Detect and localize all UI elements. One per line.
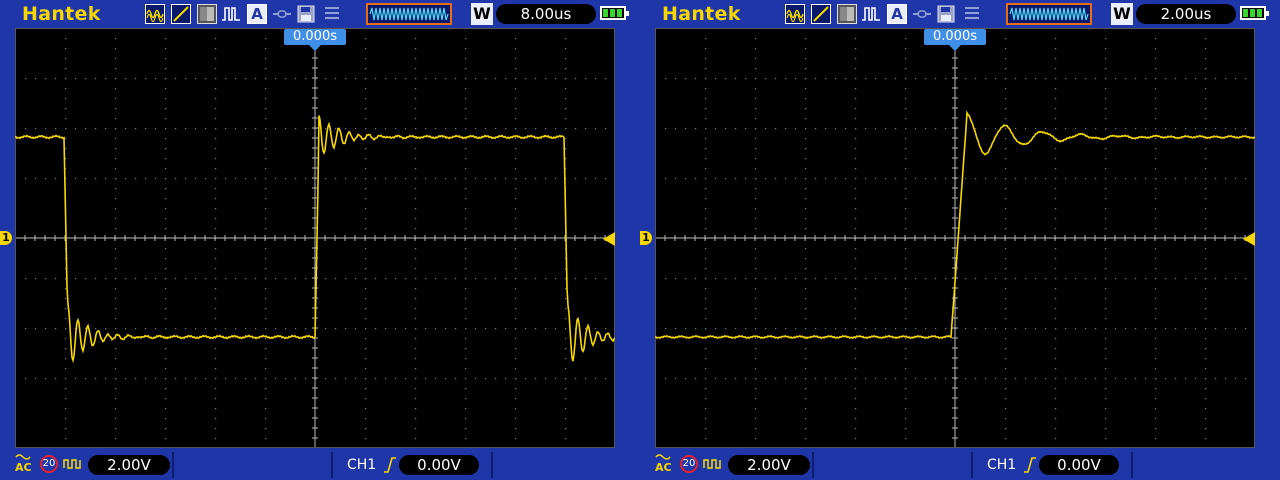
battery-icon (1240, 6, 1269, 20)
rising-edge-icon[interactable] (1023, 456, 1037, 474)
coupling-indicator[interactable]: AC (655, 453, 672, 474)
coupling-indicator[interactable]: AC (15, 453, 32, 474)
top-toolbar: Hantek A W 8.00us (0, 0, 640, 28)
volts-per-div-readout[interactable]: 2.00V (88, 455, 170, 475)
volts-per-div-readout[interactable]: 2.00V (728, 455, 810, 475)
scope-left: Hantek A W 8.00us 0.000s 1 AC 20 2.00V C… (0, 0, 640, 480)
w-icon[interactable]: W (1111, 3, 1133, 25)
auto-icon[interactable]: A (887, 4, 907, 24)
trace-preview-icon[interactable] (366, 3, 452, 25)
trigger-level-readout[interactable]: 0.00V (399, 455, 479, 475)
status-divider (1131, 452, 1133, 478)
link-icon[interactable] (271, 4, 291, 24)
trigger-level-marker[interactable] (603, 232, 615, 246)
waveform-display[interactable] (655, 28, 1255, 448)
line-icon[interactable] (171, 4, 191, 24)
trigger-source-label[interactable]: CH1 (987, 455, 1016, 475)
pulse-icon[interactable] (221, 4, 241, 24)
save-icon[interactable] (296, 4, 316, 24)
probe-icon[interactable] (703, 456, 723, 472)
line-icon[interactable] (811, 4, 831, 24)
timebase-readout[interactable]: 8.00us (496, 4, 596, 24)
waveform-icon[interactable] (145, 4, 165, 24)
battery-icon (600, 6, 629, 20)
trigger-source-label[interactable]: CH1 (347, 455, 376, 475)
timebase-readout[interactable]: 2.00us (1136, 4, 1236, 24)
coupling-label: AC (15, 461, 32, 474)
grayscale-icon[interactable] (837, 4, 857, 24)
status-divider (491, 452, 493, 478)
link-icon[interactable] (911, 4, 931, 24)
bandwidth-limit-badge[interactable]: 20 (40, 455, 58, 473)
channel-1-marker[interactable]: 1 (0, 231, 12, 245)
pulse-icon[interactable] (861, 4, 881, 24)
waveform-display[interactable] (15, 28, 615, 448)
grayscale-icon[interactable] (197, 4, 217, 24)
trigger-position-label[interactable]: 0.000s (924, 29, 986, 45)
channel-1-marker[interactable]: 1 (640, 231, 652, 245)
trigger-position-marker[interactable] (309, 45, 321, 51)
coupling-label: AC (655, 461, 672, 474)
rising-edge-icon[interactable] (383, 456, 397, 474)
bandwidth-limit-badge[interactable]: 20 (680, 455, 698, 473)
status-divider (172, 452, 174, 478)
menu-icon[interactable] (962, 4, 982, 24)
channel-1-trace (15, 115, 615, 364)
top-toolbar: Hantek A W 2.00us (640, 0, 1280, 28)
status-divider (331, 452, 333, 478)
brand-logo: Hantek (662, 3, 741, 25)
waveform-icon[interactable] (785, 4, 805, 24)
channel-1-trace (655, 110, 1255, 340)
trigger-position-marker[interactable] (949, 45, 961, 51)
status-divider (812, 452, 814, 478)
trace-preview-icon[interactable] (1006, 3, 1092, 25)
w-icon[interactable]: W (471, 3, 493, 25)
save-icon[interactable] (936, 4, 956, 24)
trigger-level-marker[interactable] (1243, 232, 1255, 246)
probe-icon[interactable] (63, 456, 83, 472)
brand-logo: Hantek (22, 3, 101, 25)
menu-icon[interactable] (322, 4, 342, 24)
scope-right: Hantek A W 2.00us 0.000s 1 AC 20 2.00V C… (640, 0, 1280, 480)
status-divider (971, 452, 973, 478)
trigger-position-label[interactable]: 0.000s (284, 29, 346, 45)
trigger-level-readout[interactable]: 0.00V (1039, 455, 1119, 475)
auto-icon[interactable]: A (247, 4, 267, 24)
